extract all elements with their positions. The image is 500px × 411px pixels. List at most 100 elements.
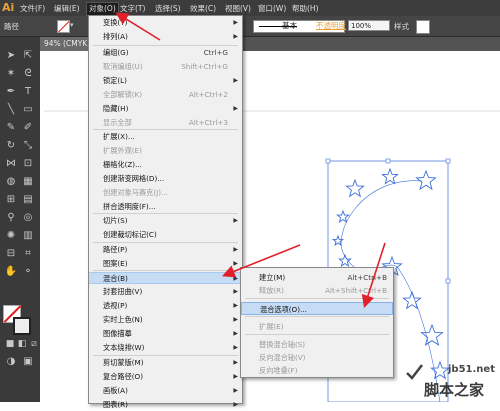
blend-tool-icon[interactable]: ◎: [21, 211, 35, 225]
submenu-arrow-icon: ▶: [233, 401, 238, 408]
blend-submenu-item: 反向堆叠(F): [241, 364, 393, 377]
star-shape: [381, 167, 399, 185]
direct-selection-tool-icon[interactable]: ⇱: [21, 49, 35, 63]
object-menu-item: 取消编组(U) Shift+Ctrl+G: [89, 61, 242, 73]
menu-item-label: 全部解锁(K): [103, 90, 143, 99]
type-tool-icon[interactable]: T: [21, 85, 35, 99]
selection-tool-icon[interactable]: ➤: [4, 49, 18, 63]
opacity-label[interactable]: 不透明度: [316, 20, 346, 31]
free-transform-tool-icon[interactable]: ⊡: [21, 157, 35, 171]
draw-mode-icon[interactable]: ◑: [4, 355, 18, 369]
line-tool-icon[interactable]: ╲: [4, 103, 18, 117]
object-menu-item[interactable]: 图案(E) ▶: [89, 258, 242, 270]
pen-tool-icon[interactable]: ✒: [4, 85, 18, 99]
object-menu-item[interactable]: 拼合透明度(F)...: [89, 201, 242, 213]
object-menu-item[interactable]: 图表(R) ▶: [89, 399, 242, 411]
blend-submenu-item[interactable]: 混合选项(O)...: [241, 302, 393, 315]
menu-item-label: 扩展(E): [259, 322, 284, 331]
menu-effect[interactable]: 效果(C): [190, 3, 216, 14]
menu-edit[interactable]: 编辑(E): [54, 3, 80, 14]
document-tab[interactable]: 94% (CMYK: [40, 37, 92, 51]
menu-item-shortcut: Ctrl+G: [203, 48, 228, 57]
magic-wand-tool-icon[interactable]: ✶: [4, 67, 18, 81]
none-mode-icon[interactable]: ⧄: [27, 337, 41, 351]
eyedropper-tool-icon[interactable]: ⚲: [4, 211, 18, 225]
menu-item-label: 混合(B): [103, 274, 128, 283]
submenu-arrow-icon: ▶: [233, 275, 238, 282]
menu-type[interactable]: 文字(T): [120, 3, 145, 14]
object-menu-item[interactable]: 路径(P) ▶: [89, 244, 242, 256]
app-logo: Ai: [2, 1, 15, 14]
object-menu-item[interactable]: 图像描摹 ▶: [89, 328, 242, 340]
menu-separator: [245, 316, 389, 317]
perspective-grid-tool-icon[interactable]: ▦: [21, 175, 35, 189]
style-label: 样式: [394, 22, 409, 31]
selection-handle: [325, 158, 331, 164]
blend-submenu-item: 反向混合轴(V): [241, 351, 393, 364]
submenu-arrow-icon: ▶: [233, 19, 238, 26]
menu-item-label: 反向混合轴(V): [259, 353, 306, 362]
object-menu-item[interactable]: 变换(T) ▶: [89, 17, 242, 29]
object-menu-item[interactable]: 切片(S) ▶: [89, 215, 242, 227]
mesh-tool-icon[interactable]: ⊞: [4, 193, 18, 207]
object-menu-item[interactable]: 隐藏(H) ▶: [89, 103, 242, 115]
object-menu-item[interactable]: 画板(A) ▶: [89, 385, 242, 397]
object-menu-item[interactable]: 文本绕排(W) ▶: [89, 342, 242, 354]
star-shape: [345, 178, 365, 198]
object-menu-item[interactable]: 栅格化(Z)...: [89, 159, 242, 171]
rectangle-tool-icon[interactable]: ▭: [21, 103, 35, 117]
blend-submenu-item[interactable]: 建立(M) Alt+Ctrl+B: [241, 271, 393, 284]
stroke-color-box[interactable]: [13, 317, 31, 335]
object-menu-item[interactable]: 排列(A) ▶: [89, 31, 242, 43]
gradient-tool-icon[interactable]: ▤: [21, 193, 35, 207]
slice-tool-icon[interactable]: ⌗: [21, 247, 35, 261]
object-menu-item[interactable]: 复合路径(O) ▶: [89, 371, 242, 383]
fill-swatch[interactable]: [57, 20, 70, 33]
object-menu-item[interactable]: 剪切蒙版(M) ▶: [89, 357, 242, 369]
menu-item-label: 取消编组(U): [103, 62, 143, 71]
lasso-tool-icon[interactable]: ᘓ: [21, 67, 35, 81]
opacity-field[interactable]: 100%: [348, 20, 390, 31]
chevron-down-icon[interactable]: ▾: [70, 21, 74, 29]
menu-separator: [93, 355, 238, 356]
object-menu-item[interactable]: 扩展(X)...: [89, 131, 242, 143]
graph-tool-icon[interactable]: ▥: [21, 229, 35, 243]
menu-separator: [93, 45, 238, 46]
menu-object[interactable]: 对象(O): [86, 2, 119, 16]
brush-tool-icon[interactable]: ✎: [4, 121, 18, 135]
menu-item-label: 画板(A): [103, 386, 128, 395]
object-menu-item[interactable]: 实时上色(N) ▶: [89, 314, 242, 326]
rotate-tool-icon[interactable]: ↻: [4, 139, 18, 153]
stroke-style-name: 基本: [282, 21, 297, 30]
artboard-tool-icon[interactable]: ⊟: [4, 247, 18, 261]
screen-mode-icon[interactable]: ▣: [21, 355, 35, 369]
menu-window[interactable]: 窗口(W): [258, 3, 286, 14]
object-menu-item[interactable]: 锁定(L) ▶: [89, 75, 242, 87]
menu-select[interactable]: 选择(S): [155, 3, 181, 14]
menu-view[interactable]: 视图(V): [225, 3, 251, 14]
object-menu-item[interactable]: 编组(G) Ctrl+G: [89, 47, 242, 59]
graphic-style-swatch[interactable]: [416, 20, 430, 34]
menu-file[interactable]: 文件(F): [20, 3, 45, 14]
shape-builder-tool-icon[interactable]: ◍: [4, 175, 18, 189]
object-menu-item[interactable]: 透视(P) ▶: [89, 300, 242, 312]
object-menu-item[interactable]: 混合(B) ▶: [89, 272, 242, 284]
menu-help[interactable]: 帮助(H): [292, 3, 319, 14]
object-menu-item[interactable]: 封套扭曲(V) ▶: [89, 286, 242, 298]
pencil-tool-icon[interactable]: ✐: [21, 121, 35, 135]
menu-item-label: 路径(P): [103, 245, 128, 254]
zoom-tool-icon[interactable]: ⚬: [21, 265, 35, 279]
selection-handle: [445, 158, 451, 164]
object-menu-item[interactable]: 创建裁切标记(C): [89, 229, 242, 241]
symbol-sprayer-tool-icon[interactable]: ✺: [4, 229, 18, 243]
submenu-arrow-icon: ▶: [233, 302, 238, 309]
object-menu-item[interactable]: 创建渐变网格(D)...: [89, 173, 242, 185]
scale-tool-icon[interactable]: ⤡: [21, 139, 35, 153]
width-tool-icon[interactable]: ⋈: [4, 157, 18, 171]
submenu-arrow-icon: ▶: [233, 33, 238, 40]
object-menu: 变换(T) ▶ 排列(A) ▶ 编组(G) Ctrl+G 取消编组(U) Shift+Ctrl…: [88, 15, 243, 409]
menu-item-label: 反向堆叠(F): [259, 366, 298, 375]
menu-separator: [93, 129, 238, 130]
menu-bar: Ai 文件(F) 编辑(E) 对象(O) 文字(T) 选择(S) 效果(C) 视…: [0, 0, 500, 17]
hand-tool-icon[interactable]: ✋: [4, 265, 18, 279]
